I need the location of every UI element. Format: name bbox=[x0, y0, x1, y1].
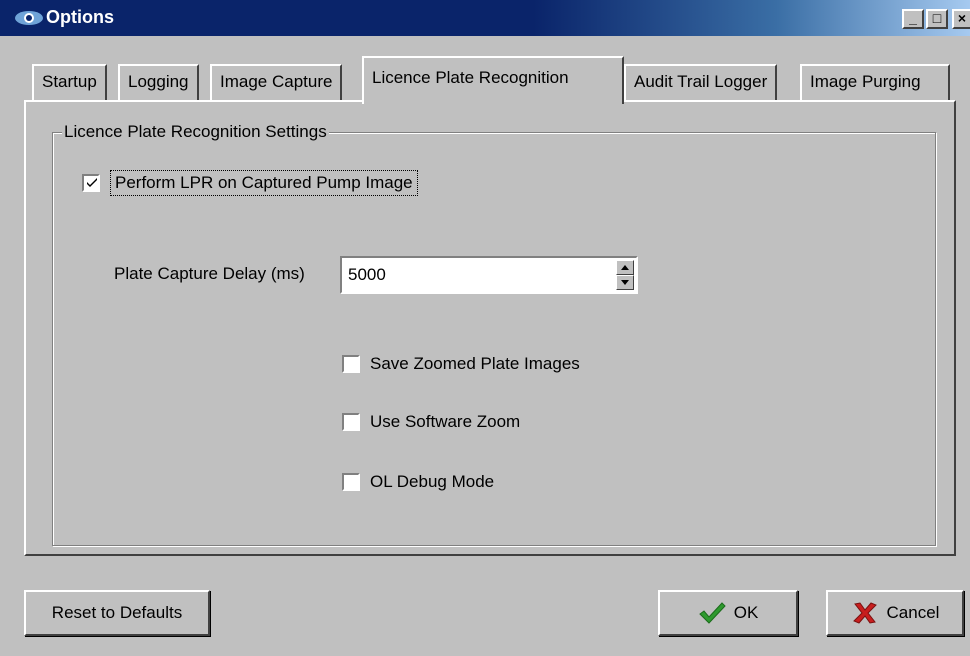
plate-capture-delay-label: Plate Capture Delay (ms) bbox=[114, 264, 305, 283]
tab-startup[interactable]: Startup bbox=[32, 64, 107, 102]
group-title: Licence Plate Recognition Settings bbox=[62, 122, 329, 142]
tab-logging[interactable]: Logging bbox=[118, 64, 199, 102]
tab-label: Image Purging bbox=[810, 72, 921, 91]
title-bar[interactable]: Options _ □ × bbox=[0, 0, 970, 36]
minimize-icon: _ bbox=[909, 10, 917, 26]
software-zoom-checkbox[interactable] bbox=[342, 413, 360, 431]
ok-label: OK bbox=[733, 603, 759, 622]
close-icon: × bbox=[957, 10, 967, 26]
spinner-buttons bbox=[616, 260, 634, 290]
tab-audit-trail-logger[interactable]: Audit Trail Logger bbox=[624, 64, 778, 102]
checkmark-icon bbox=[698, 602, 726, 624]
close-button[interactable]: × bbox=[952, 9, 970, 29]
save-zoomed-checkbox-row[interactable]: Save Zoomed Plate Images bbox=[342, 354, 580, 374]
plate-capture-delay-input[interactable] bbox=[346, 264, 600, 286]
tab-label: Image Capture bbox=[220, 72, 333, 91]
software-zoom-checkbox-row[interactable]: Use Software Zoom bbox=[342, 412, 520, 432]
cancel-label: Cancel bbox=[886, 603, 940, 622]
ol-debug-checkbox[interactable] bbox=[342, 473, 360, 491]
maximize-icon: □ bbox=[932, 10, 942, 26]
tab-label: Logging bbox=[128, 72, 189, 91]
perform-lpr-label: Perform LPR on Captured Pump Image bbox=[110, 170, 418, 196]
minimize-button[interactable]: _ bbox=[902, 9, 924, 29]
window-title: Options bbox=[46, 7, 114, 27]
tab-image-capture[interactable]: Image Capture bbox=[210, 64, 343, 102]
spin-up-button[interactable] bbox=[616, 260, 634, 275]
ol-debug-label: OL Debug Mode bbox=[370, 472, 495, 491]
tab-label: Licence Plate Recognition bbox=[372, 68, 569, 87]
perform-lpr-checkbox-row[interactable]: Perform LPR on Captured Pump Image bbox=[82, 170, 418, 196]
checkmark-icon bbox=[87, 178, 97, 187]
save-zoomed-checkbox[interactable] bbox=[342, 355, 360, 373]
software-zoom-label: Use Software Zoom bbox=[370, 412, 521, 431]
reset-label: Reset to Defaults bbox=[51, 603, 183, 622]
tab-licence-plate-recognition[interactable]: Licence Plate Recognition bbox=[362, 56, 624, 104]
tab-image-purging[interactable]: Image Purging bbox=[800, 64, 950, 102]
reset-to-defaults-button[interactable]: Reset to Defaults bbox=[24, 590, 210, 636]
plate-capture-delay-spinner[interactable] bbox=[340, 256, 638, 294]
save-zoomed-label: Save Zoomed Plate Images bbox=[370, 354, 580, 373]
arrow-down-icon bbox=[621, 280, 629, 285]
tab-label: Audit Trail Logger bbox=[634, 72, 768, 91]
maximize-button[interactable]: □ bbox=[926, 9, 948, 29]
perform-lpr-checkbox[interactable] bbox=[82, 174, 100, 192]
spin-down-button[interactable] bbox=[616, 275, 634, 290]
x-icon bbox=[852, 602, 877, 624]
eye-icon bbox=[15, 11, 43, 25]
cancel-button[interactable]: Cancel bbox=[826, 590, 964, 636]
arrow-up-icon bbox=[621, 265, 629, 270]
ok-button[interactable]: OK bbox=[658, 590, 798, 636]
tab-label: Startup bbox=[42, 72, 97, 91]
ol-debug-checkbox-row[interactable]: OL Debug Mode bbox=[342, 472, 494, 492]
